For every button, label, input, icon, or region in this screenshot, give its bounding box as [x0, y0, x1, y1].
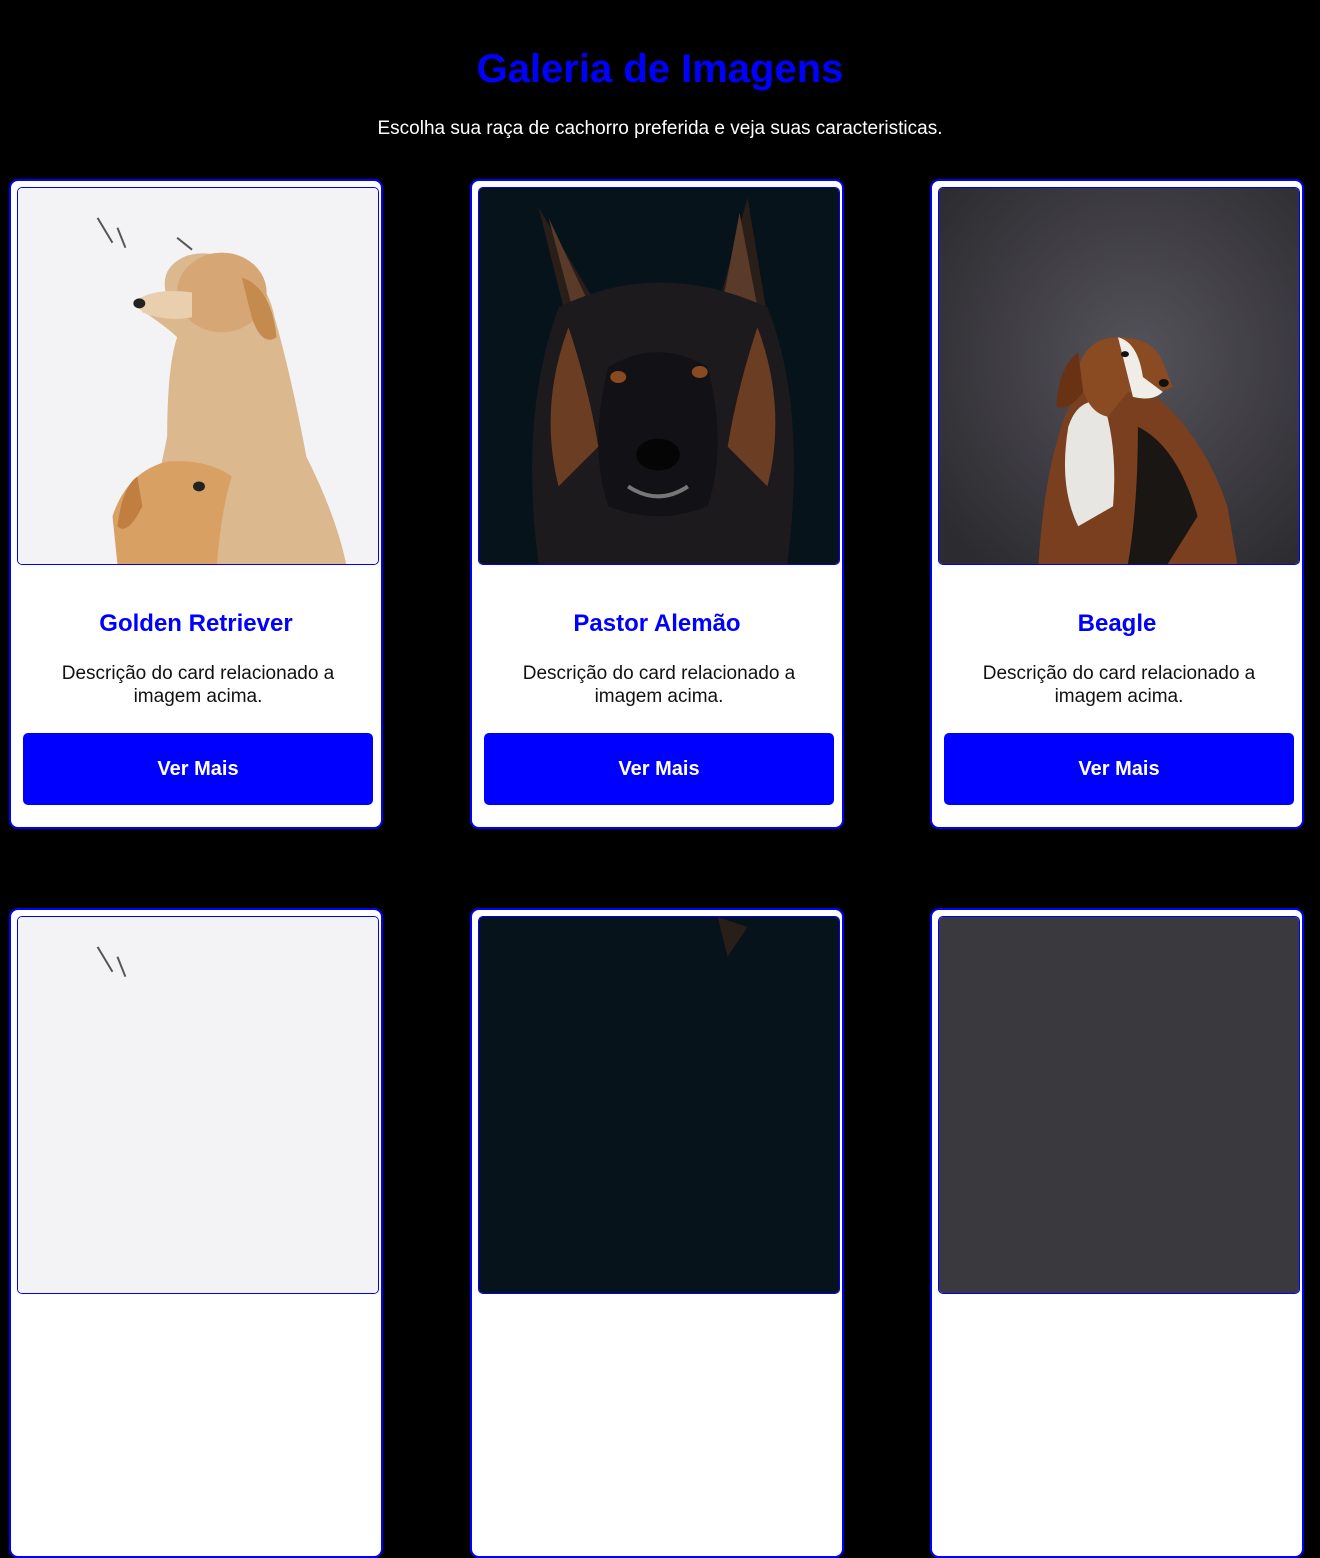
- card-description: Descrição do card relacionado a imagem a…: [982, 663, 1256, 707]
- card-title: Pastor Alemão: [573, 610, 741, 637]
- golden-retriever-photo: [17, 916, 379, 1294]
- page-title: Galeria de Imagens: [476, 47, 844, 91]
- card-beagle-2: [930, 908, 1304, 1558]
- page-subtitle: Escolha sua raça de cachorro preferida e…: [377, 118, 943, 139]
- card-title: Golden Retriever: [99, 610, 293, 637]
- ver-mais-button[interactable]: Ver Mais: [944, 733, 1294, 805]
- card-pastor-alemao-2: [470, 908, 844, 1558]
- beagle-photo: [938, 187, 1300, 565]
- ver-mais-button[interactable]: Ver Mais: [484, 733, 834, 805]
- beagle-photo: [938, 916, 1300, 1294]
- card-description: Descrição do card relacionado a imagem a…: [61, 663, 335, 707]
- card-beagle: Beagle Descrição do card relacionado a i…: [930, 179, 1304, 829]
- card-title: Beagle: [1077, 610, 1157, 637]
- german-shepherd-photo: [478, 187, 840, 565]
- card-description: Descrição do card relacionado a imagem a…: [522, 663, 796, 707]
- german-shepherd-photo: [478, 916, 840, 1294]
- golden-retriever-photo: [17, 187, 379, 565]
- card-golden-retriever-2: [9, 908, 383, 1558]
- ver-mais-button[interactable]: Ver Mais: [23, 733, 373, 805]
- card-golden-retriever: Golden Retriever Descrição do card relac…: [9, 179, 383, 829]
- card-pastor-alemao: Pastor Alemão Descrição do card relacion…: [470, 179, 844, 829]
